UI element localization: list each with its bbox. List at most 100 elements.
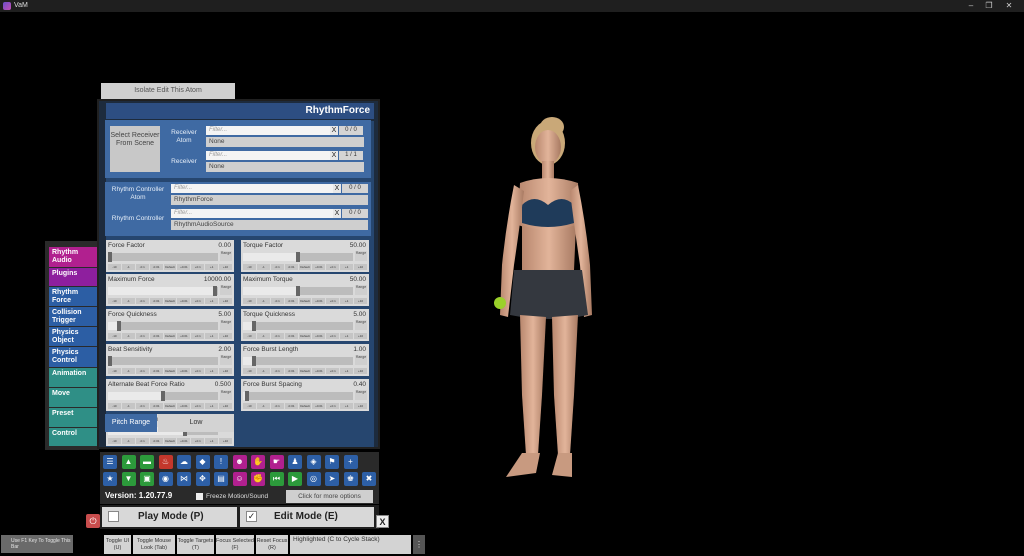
plus-icon[interactable]: + (343, 455, 358, 469)
step-button[interactable]: +10 (219, 333, 233, 339)
female-character-model[interactable] (470, 105, 630, 490)
connect-icon[interactable]: ⋈ (177, 472, 191, 486)
step-button[interactable]: -10 (108, 298, 121, 304)
cursor-icon[interactable]: ➤ (325, 472, 339, 486)
step-button[interactable]: -10 (108, 368, 121, 374)
step-button[interactable]: -0.1 (135, 403, 149, 409)
step-button[interactable]: +10 (354, 333, 368, 339)
beat-sensitivity-slider[interactable]: Beat Sensitivity 2.00 Range -10 -1 -0.1 -0.01 D… (106, 344, 234, 376)
step-button[interactable]: Default (298, 264, 312, 270)
rhythm-controller-atom-select[interactable]: RhythmForce (171, 195, 368, 205)
hand-icon[interactable]: ✋ (251, 455, 265, 469)
side-tab-rhythm-force[interactable]: Rhythm Force (49, 287, 98, 306)
step-button[interactable]: +0.01 (177, 333, 191, 339)
pitch-range-select[interactable]: Low (158, 414, 234, 432)
target-icon[interactable]: ◎ (306, 472, 321, 486)
step-button[interactable]: +0.1 (191, 403, 205, 409)
step-button[interactable]: -1 (256, 333, 270, 339)
toggle-mouse-look-button[interactable]: Toggle Mouse Look (Tab) (133, 535, 175, 554)
step-button[interactable]: -0.1 (135, 438, 149, 444)
beat-sensitivity-track[interactable] (108, 356, 218, 366)
side-tab-collision-trigger[interactable]: Collision Trigger (49, 307, 98, 326)
rhythm-controller-atom-clear-button[interactable]: X (333, 184, 341, 193)
step-button[interactable]: -0.1 (270, 368, 284, 374)
unity-icon[interactable]: ◈ (306, 455, 321, 469)
step-button[interactable]: -1 (256, 264, 270, 270)
step-button[interactable]: Default (163, 298, 177, 304)
menu-icon[interactable]: ☰ (103, 455, 117, 469)
step-button[interactable]: +0.01 (177, 264, 191, 270)
step-button[interactable]: -10 (243, 264, 256, 270)
folder-icon[interactable]: ▬ (140, 455, 154, 469)
receiver-clear-button[interactable]: X (330, 151, 338, 160)
force-factor-slider[interactable]: Force Factor 0.00 Range -10 -1 -0.1 -0.01 Defau… (106, 240, 234, 272)
step-button[interactable]: +0.01 (312, 298, 326, 304)
step-button[interactable]: +0.1 (191, 368, 205, 374)
step-button[interactable]: +10 (354, 298, 368, 304)
users-icon[interactable]: ♚ (343, 472, 358, 486)
step-button[interactable]: -10 (108, 403, 121, 409)
step-button[interactable]: -0.01 (284, 298, 298, 304)
side-tab-preset[interactable]: Preset (49, 408, 98, 427)
step-button[interactable]: +1 (340, 264, 354, 270)
step-button[interactable]: +10 (219, 298, 233, 304)
maximum-force-track[interactable] (108, 286, 218, 296)
maximum-torque-track[interactable] (243, 286, 353, 296)
receiver-atom-select[interactable]: None (206, 137, 364, 147)
step-button[interactable]: -1 (256, 368, 270, 374)
step-button[interactable]: +1 (205, 403, 219, 409)
edit-mode-checkbox[interactable]: ✓ (246, 511, 257, 522)
step-button[interactable]: +10 (219, 264, 233, 270)
step-button[interactable]: +10 (354, 368, 368, 374)
receiver-atom-filter[interactable]: Filter... (206, 126, 330, 135)
move-icon[interactable]: ✥ (195, 472, 210, 486)
maximum-force-handle[interactable] (212, 286, 217, 296)
rhythm-controller-atom-filter[interactable]: Filter... (171, 184, 333, 193)
more-options-button[interactable]: Click for more options (286, 490, 373, 503)
minimize-button[interactable]: – (962, 0, 980, 12)
step-button[interactable]: +0.1 (191, 264, 205, 270)
rhythm-controller-select[interactable]: RhythmAudioSource (171, 220, 368, 230)
force-quickness-range-button[interactable]: Range (220, 320, 232, 330)
step-button[interactable]: -1 (256, 403, 270, 409)
rewind-icon[interactable]: ⏮ (269, 472, 284, 486)
step-button[interactable]: +0.1 (326, 368, 340, 374)
maximize-button[interactable]: ❐ (980, 0, 998, 12)
step-button[interactable]: +1 (205, 368, 219, 374)
step-button[interactable]: +0.01 (177, 368, 191, 374)
step-button[interactable]: +0.1 (191, 438, 205, 444)
step-button[interactable]: +0.01 (312, 368, 326, 374)
maximum-torque-slider[interactable]: Maximum Torque 50.00 Range -10 -1 -0.1 -0.01 De… (241, 274, 369, 306)
maximum-force-range-button[interactable]: Range (220, 285, 232, 295)
star-icon[interactable]: ★ (103, 472, 117, 486)
step-button[interactable]: +1 (205, 438, 219, 444)
step-button[interactable]: -1 (121, 264, 135, 270)
side-tab-animation[interactable]: Animation (49, 368, 98, 387)
step-button[interactable]: -0.1 (270, 403, 284, 409)
step-button[interactable]: -0.1 (135, 298, 149, 304)
folder-save-icon[interactable]: ▣ (140, 472, 154, 486)
torque-factor-handle[interactable] (296, 252, 300, 262)
step-button[interactable]: +10 (219, 403, 233, 409)
person-icon[interactable]: ♟ (288, 455, 302, 469)
torque-factor-track[interactable] (243, 252, 353, 262)
step-button[interactable]: -1 (256, 298, 270, 304)
user-gear-icon[interactable]: ☺ (232, 472, 247, 486)
receiver-atom-clear-button[interactable]: X (330, 126, 338, 135)
fire-icon[interactable]: ♨ (158, 455, 173, 469)
step-button[interactable]: Default (298, 368, 312, 374)
step-button[interactable]: -0.1 (135, 264, 149, 270)
step-button[interactable]: -1 (121, 438, 135, 444)
alternate-beat-force-ratio-slider[interactable]: Alternate Beat Force Ratio 0.500 Range -10-… (106, 379, 234, 411)
step-button[interactable]: +0.01 (177, 403, 191, 409)
side-tab-plugins[interactable]: Plugins (49, 268, 98, 286)
scene-save-icon[interactable]: ▼ (121, 472, 136, 486)
step-button[interactable]: -0.1 (135, 368, 149, 374)
torque-quickness-slider[interactable]: Torque Quickness 5.00 Range -10 -1 -0.1 -0.01 D… (241, 309, 369, 341)
force-burst-spacing-slider[interactable]: Force Burst Spacing 0.40 Range -10 -1 -0.1 -0.… (241, 379, 369, 411)
close-panel-button[interactable]: X (376, 515, 389, 528)
maximum-torque-handle[interactable] (296, 286, 300, 296)
step-button[interactable]: -10 (108, 438, 121, 444)
force-quickness-handle[interactable] (117, 321, 121, 331)
step-button[interactable]: Default (163, 438, 177, 444)
